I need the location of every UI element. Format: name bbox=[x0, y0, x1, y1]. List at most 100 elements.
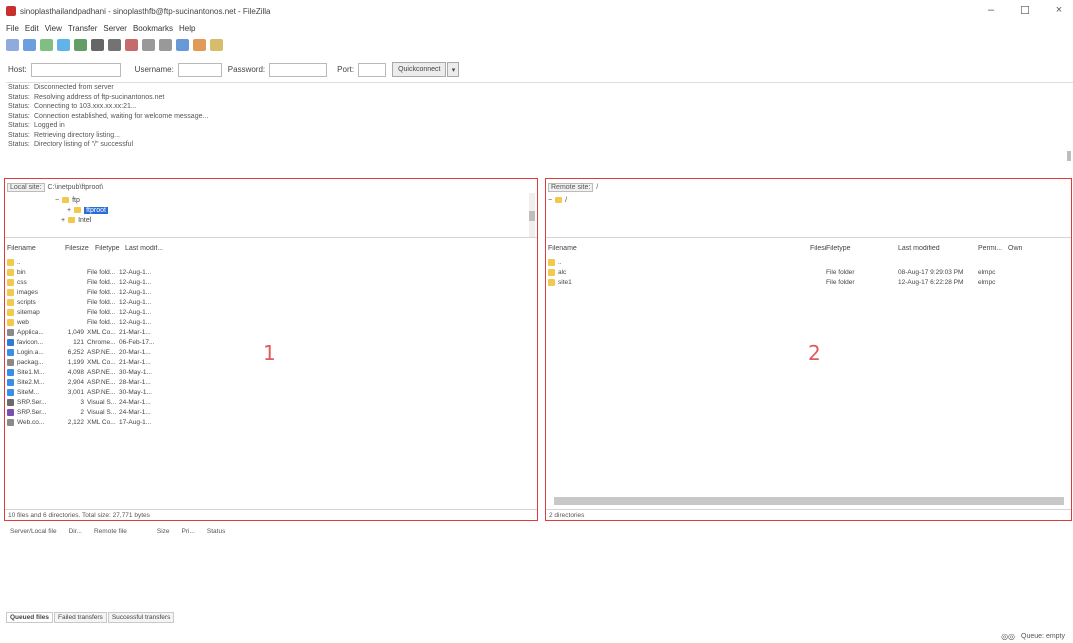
file-row[interactable]: alc File folder 08-Aug-17 9:29:03 PM elmpc bbox=[548, 267, 1008, 277]
queue-col-remote[interactable]: Remote file bbox=[94, 528, 127, 535]
host-label: Host: bbox=[8, 65, 27, 74]
refresh-icon[interactable] bbox=[74, 38, 87, 51]
col-filesize[interactable]: Filesize bbox=[810, 245, 826, 252]
file-row[interactable]: Site1.M... 4,098 ASP.NE... 30-May-1... bbox=[7, 367, 163, 377]
file-row[interactable]: packag... 1,199 XML Co... 21-Mar-1... bbox=[7, 357, 163, 367]
local-pane: Local site: C:\inetpub\ftproot\ − ftp + ftp… bbox=[4, 178, 538, 521]
minimize-button[interactable]: – bbox=[985, 4, 997, 17]
menu-edit[interactable]: Edit bbox=[25, 24, 39, 36]
queue-col-dir[interactable]: Dir... bbox=[69, 528, 82, 535]
local-path[interactable]: C:\inetpub\ftproot\ bbox=[48, 184, 104, 191]
col-filetype[interactable]: Filetype bbox=[826, 245, 898, 252]
password-input[interactable] bbox=[269, 62, 328, 77]
quickconnect-button[interactable]: Quickconnect bbox=[392, 62, 447, 77]
file-row[interactable]: css File fold... 12-Aug-1... bbox=[7, 277, 163, 287]
log-line: Status: Connecting to 103.xxx.xx.xx:21... bbox=[8, 103, 137, 110]
menu-transfer[interactable]: Transfer bbox=[68, 24, 98, 36]
queue-col-size[interactable]: Size bbox=[157, 528, 170, 535]
port-input[interactable] bbox=[358, 62, 387, 77]
queue-col-local[interactable]: Server/Local file bbox=[10, 528, 57, 535]
file-row[interactable]: web File fold... 12-Aug-1... bbox=[7, 317, 163, 327]
folder-icon bbox=[7, 308, 14, 316]
tab-failed-transfers[interactable]: Failed transfers bbox=[54, 612, 107, 623]
col-filesize[interactable]: Filesize bbox=[65, 245, 95, 252]
menu-view[interactable]: View bbox=[45, 24, 62, 36]
title-bar: sinoplasthailandpadhani - sinoplasthfb@f… bbox=[0, 0, 1073, 22]
remote-hscrollbar[interactable] bbox=[554, 497, 1064, 505]
tree-item-label: ftproot bbox=[84, 206, 108, 214]
col-filename[interactable]: Filename bbox=[7, 245, 65, 252]
file-row[interactable]: scripts File fold... 12-Aug-1... bbox=[7, 297, 163, 307]
expander-icon[interactable]: + bbox=[67, 207, 71, 214]
remote-path[interactable]: / bbox=[596, 184, 598, 191]
file-row[interactable]: Web.co... 2,122 XML Co... 17-Aug-1... bbox=[7, 417, 163, 427]
menu-server[interactable]: Server bbox=[103, 24, 127, 36]
tab-successful-transfers[interactable]: Successful transfers bbox=[107, 612, 175, 623]
file-row[interactable]: SRP.Ser... 3 Visual S... 24-Mar-1... bbox=[7, 397, 163, 407]
remote-list-header: Filename Filesize Filetype Last modified… bbox=[548, 243, 1026, 253]
reconnect-icon[interactable] bbox=[142, 38, 155, 51]
file-row[interactable]: SRP.Ser... 2 Visual S... 24-Mar-1... bbox=[7, 407, 163, 417]
file-row[interactable]: site1 File folder 12-Aug-17 6:22:28 PM elmp… bbox=[548, 277, 1008, 287]
menu-help[interactable]: Help bbox=[179, 24, 195, 36]
file-row[interactable]: .. bbox=[548, 257, 1008, 267]
vs-icon bbox=[7, 408, 14, 416]
file-row[interactable]: SiteM... 3,001 ASP.NE... 30-May-1... bbox=[7, 387, 163, 397]
file-row[interactable]: Login.a... 6,252 ASP.NE... 20-Mar-1... bbox=[7, 347, 163, 357]
file-row[interactable]: favicon... 121 Chrome... 06-Feb-17... bbox=[7, 337, 163, 347]
file-row[interactable]: sitemap File fold... 12-Aug-1... bbox=[7, 307, 163, 317]
toggle-remote-icon[interactable] bbox=[57, 38, 70, 51]
chevron-down-icon[interactable]: ▾ bbox=[447, 62, 460, 77]
search-icon[interactable] bbox=[210, 38, 223, 51]
username-input[interactable] bbox=[177, 62, 222, 77]
tree-item[interactable]: + ftproot bbox=[7, 205, 108, 215]
queue-col-priority[interactable]: Pri... bbox=[182, 528, 195, 535]
host-input[interactable] bbox=[30, 62, 121, 77]
maximize-button[interactable]: ☐ bbox=[1019, 4, 1031, 17]
file-row[interactable]: Site2.M... 2,904 ASP.NE... 28-Mar-1... bbox=[7, 377, 163, 387]
menu-bookmarks[interactable]: Bookmarks bbox=[133, 24, 173, 36]
col-filename[interactable]: Filename bbox=[548, 245, 810, 252]
tree-item-root[interactable]: − / bbox=[548, 195, 567, 205]
file-row[interactable]: images File fold... 12-Aug-1... bbox=[7, 287, 163, 297]
expander-icon[interactable]: − bbox=[548, 197, 552, 204]
remote-site-bar: Remote site: / bbox=[548, 182, 598, 193]
col-owner[interactable]: Own bbox=[1008, 245, 1026, 252]
col-filetype[interactable]: Filetype bbox=[95, 245, 125, 252]
folder-icon bbox=[7, 268, 14, 276]
menu-file[interactable]: File bbox=[6, 24, 19, 36]
message-log[interactable]: Status: Disconnected from server Status: Re… bbox=[6, 82, 1073, 177]
site-manager-icon[interactable] bbox=[6, 38, 19, 51]
expander-icon[interactable]: − bbox=[55, 197, 59, 204]
log-scrollbar[interactable] bbox=[1067, 151, 1071, 161]
file-row[interactable]: bin File fold... 12-Aug-1... bbox=[7, 267, 163, 277]
cancel-icon[interactable] bbox=[108, 38, 121, 51]
process-queue-icon[interactable] bbox=[91, 38, 104, 51]
col-last-modified[interactable]: Last modif... bbox=[125, 245, 175, 252]
expander-icon[interactable]: + bbox=[61, 217, 65, 224]
tree-item[interactable]: − ftp bbox=[7, 195, 108, 205]
queue-col-status[interactable]: Status bbox=[207, 528, 225, 535]
username-label: Username: bbox=[134, 65, 174, 74]
password-label: Password: bbox=[227, 65, 266, 74]
tab-queued-files[interactable]: Queued files bbox=[6, 612, 54, 623]
sync-icon[interactable] bbox=[193, 38, 206, 51]
file-row[interactable]: .. bbox=[7, 257, 163, 267]
folder-icon bbox=[7, 318, 14, 326]
folder-icon bbox=[7, 278, 14, 286]
filter-icon[interactable] bbox=[159, 38, 172, 51]
disconnect-icon[interactable] bbox=[125, 38, 138, 51]
toggle-tree-icon[interactable] bbox=[40, 38, 53, 51]
col-last-modified[interactable]: Last modified bbox=[898, 245, 978, 252]
sln-icon bbox=[7, 398, 14, 406]
port-label: Port: bbox=[337, 65, 355, 74]
file-row[interactable]: Applica... 1,049 XML Co... 21-Mar-1... bbox=[7, 327, 163, 337]
window-title: sinoplasthailandpadhani - sinoplasthfb@f… bbox=[20, 6, 271, 16]
annotation-number: 2 bbox=[808, 341, 821, 365]
compare-icon[interactable] bbox=[176, 38, 189, 51]
tree-item[interactable]: + Intel bbox=[7, 215, 108, 225]
col-permissions[interactable]: Permi... bbox=[978, 245, 1008, 252]
local-tree-scrollbar[interactable] bbox=[529, 193, 535, 237]
close-button[interactable]: × bbox=[1053, 4, 1065, 17]
toggle-log-icon[interactable] bbox=[23, 38, 36, 51]
